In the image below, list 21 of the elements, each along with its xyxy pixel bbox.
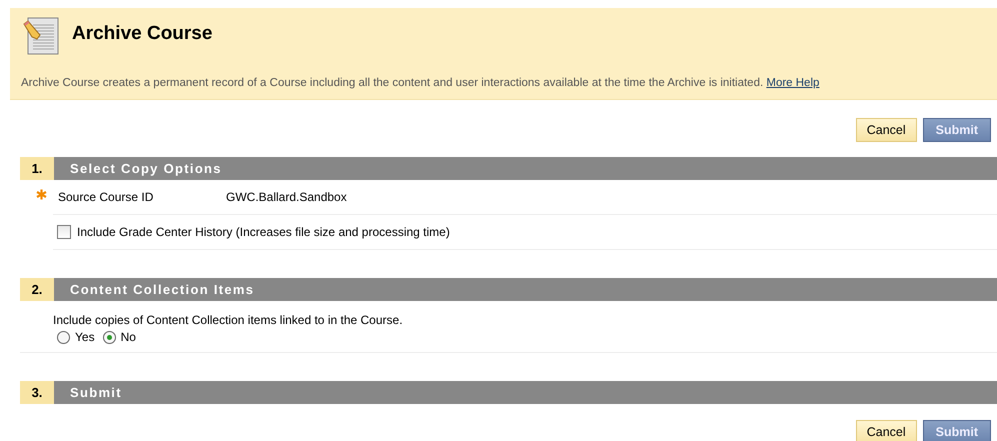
- page-title: Archive Course: [72, 23, 212, 45]
- checkbox-label: Include Grade Center History (Increases file size and processing time): [77, 225, 450, 239]
- step-number: 2.: [20, 278, 54, 301]
- section-header: Content Collection Items: [54, 278, 997, 301]
- section-header: Select Copy Options: [54, 157, 997, 180]
- description-text: Archive Course creates a permanent record of a Course including all the content and user interactions available at the time the Archive is initiated.: [21, 77, 764, 89]
- step-number: 3.: [20, 381, 54, 404]
- question-text: Include copies of Content Collection items linked to in the Course.: [53, 313, 403, 327]
- radio-label: No: [120, 330, 136, 344]
- radio-label: Yes: [75, 330, 95, 344]
- field-label: Source Course ID: [58, 190, 154, 204]
- step-number: 1.: [20, 157, 54, 180]
- document-pencil-icon: [22, 16, 60, 56]
- radio-button[interactable]: [57, 330, 70, 344]
- radio-button[interactable]: [102, 330, 116, 344]
- more-help-link[interactable]: More Help: [766, 77, 820, 89]
- section-header: Submit: [54, 381, 997, 404]
- cancel-button[interactable]: Cancel: [856, 420, 917, 441]
- checkbox[interactable]: [57, 225, 71, 239]
- cancel-button[interactable]: Cancel: [856, 118, 917, 142]
- field-value: GWC.Ballard.Sandbox: [226, 190, 347, 204]
